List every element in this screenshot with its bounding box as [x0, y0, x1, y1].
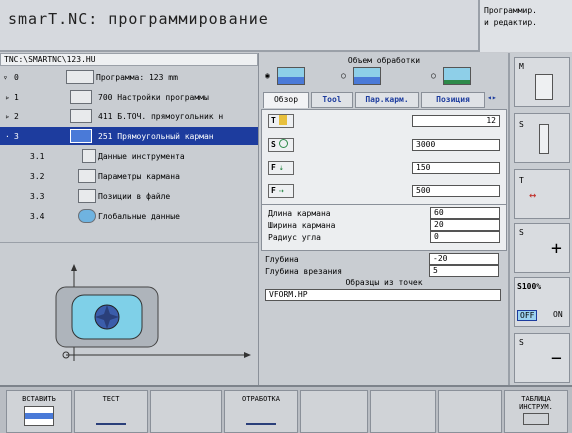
mode-line-2: и редактир. [484, 18, 537, 27]
pocket-params-icon [78, 169, 96, 183]
depth-label: Глубина [265, 255, 299, 264]
tab-scroll-icon[interactable]: ◂▸ [487, 93, 497, 102]
override-off-button[interactable]: OFF [517, 310, 538, 321]
expand-icon[interactable]: ▹ [5, 93, 10, 102]
spindle-override[interactable]: S100% OFF ON [514, 277, 570, 327]
test-icon [96, 407, 126, 425]
tree-row-0[interactable]: ▿ 0 Программа: 123 mm [0, 68, 258, 86]
collapse-icon[interactable]: ▿ [3, 73, 8, 82]
spindle-icon [539, 124, 549, 154]
pocket-diagram-icon [55, 264, 251, 361]
app-title: smarT.NC: программирование [8, 10, 269, 28]
milling-feed-icon: F ⇢ [268, 184, 294, 198]
file-path: TNC:\SMARTNC\123.HU [0, 53, 258, 66]
insert-icon [24, 406, 54, 426]
softkey-spindle-plus[interactable]: S + [514, 223, 570, 273]
program-tree: ▿ 0 Программа: 123 mm ▹ 1 700 Настройки … [0, 66, 258, 242]
plunge-depth-field[interactable]: 5 [429, 265, 499, 277]
machining-scope-selector: ◉ ○ ○ [265, 67, 505, 87]
tool-table-softkey[interactable]: ТАБЛИЦА ИНСТРУМ. [504, 390, 568, 433]
tree-row-3-4[interactable]: 3.4 Глобальные данные [0, 207, 258, 225]
machining-softkey[interactable]: ОТРАБОТКА [224, 390, 298, 433]
empty-softkey-2 [300, 390, 368, 433]
program-icon [66, 70, 94, 84]
point-patterns-field[interactable]: VFORM.HP [265, 289, 501, 301]
pocket-graphic [0, 242, 258, 385]
pocket-width-field[interactable]: 20 [430, 219, 500, 231]
point-patterns-label: Образцы из точек [345, 278, 423, 287]
tree-row-3-3[interactable]: 3.3 Позиции в файле [0, 187, 258, 205]
mode-line-1: Программир. [484, 6, 537, 15]
globe-icon [78, 209, 96, 223]
softkey-spindle-minus[interactable]: S − [514, 333, 570, 383]
mode-indicator: Программир. и редактир. [478, 0, 572, 52]
milling-feed-field[interactable]: 500 [412, 185, 500, 197]
form-title: Объем обработки [347, 56, 421, 65]
pocket-width-label: Ширина кармана [268, 221, 336, 230]
machining-icon [246, 407, 276, 425]
tab-pocket-params[interactable]: Пар.карм. [355, 92, 419, 108]
corner-radius-label: Радиус угла [268, 233, 321, 242]
tool-length-icon: ↔ [529, 188, 537, 202]
softkey-tool-t[interactable]: T ↔ [514, 169, 570, 219]
tree-row-3-1[interactable]: 3.1 Данные инструмента [0, 147, 258, 165]
expand-icon[interactable]: ▹ [5, 112, 10, 121]
minus-icon: − [551, 348, 562, 369]
roughing-finishing-icon [277, 67, 305, 85]
tab-overview[interactable]: Обзор [263, 92, 309, 108]
settings-icon [70, 90, 92, 104]
pocket-length-field[interactable]: 60 [430, 207, 500, 219]
corner-radius-field[interactable]: 0 [430, 231, 500, 243]
plunge-depth-label: Глубина врезания [265, 267, 343, 276]
roughing-icon [353, 67, 381, 85]
overview-panel: T 12 S 3000 F ⇣ 150 F ⇢ 500 Длина кармана … [261, 109, 507, 251]
tool-data-icon [82, 149, 96, 163]
tree-row-2[interactable]: ▹ 2 411 Б.ТОЧ. прямоугольник н [0, 107, 258, 125]
depth-field[interactable]: -20 [429, 253, 499, 265]
tool-field[interactable]: 12 [412, 115, 500, 127]
tab-tool[interactable]: Tool [311, 92, 353, 108]
m-function-icon [535, 74, 553, 100]
scope-radio-3[interactable]: ○ [431, 71, 436, 80]
tool-icon: T [268, 114, 294, 128]
tab-position[interactable]: Позиция [421, 92, 485, 108]
softkey-spindle-s[interactable]: S [514, 113, 570, 163]
tool-table-icon [523, 413, 549, 425]
plunge-feed-icon: F ⇣ [268, 161, 294, 175]
scope-radio-1[interactable]: ◉ [265, 71, 270, 80]
plunge-feed-field[interactable]: 150 [412, 162, 500, 174]
softkey-m-function[interactable]: M [514, 57, 570, 107]
finishing-icon [443, 67, 471, 85]
spindle-speed-icon: S [268, 138, 294, 152]
override-on-button[interactable]: ON [553, 310, 563, 319]
collapse-icon[interactable]: · [5, 132, 10, 141]
input-form: Объем обработки ◉ ○ ○ Обзор Tool Пар.кар… [258, 53, 508, 385]
scope-radio-2[interactable]: ○ [341, 71, 346, 80]
empty-softkey-1 [150, 390, 222, 433]
positions-icon [78, 189, 96, 203]
tree-row-1[interactable]: ▹ 1 700 Настройки программы [0, 88, 258, 106]
bottom-softkey-bar: ВСТАВИТЬ ТЕСТ ОТРАБОТКА ТАБЛИЦА ИНСТРУМ. [0, 385, 572, 433]
tree-row-3-2[interactable]: 3.2 Параметры кармана [0, 167, 258, 185]
tree-row-3[interactable]: · 3 251 Прямоугольный карман [0, 127, 258, 145]
plus-icon: + [551, 238, 562, 259]
empty-softkey-4 [438, 390, 502, 433]
test-softkey[interactable]: ТЕСТ [74, 390, 148, 433]
pocket-icon [70, 129, 92, 143]
insert-softkey[interactable]: ВСТАВИТЬ [6, 390, 72, 433]
spindle-speed-field[interactable]: 3000 [412, 139, 500, 151]
side-softkeys: M S T ↔ S + S100% OFF ON S − [508, 53, 572, 385]
header-bar: smarT.NC: программирование Программир. и… [0, 0, 572, 52]
probe-icon [70, 109, 92, 123]
pocket-length-label: Длина кармана [268, 209, 331, 218]
empty-softkey-3 [370, 390, 436, 433]
